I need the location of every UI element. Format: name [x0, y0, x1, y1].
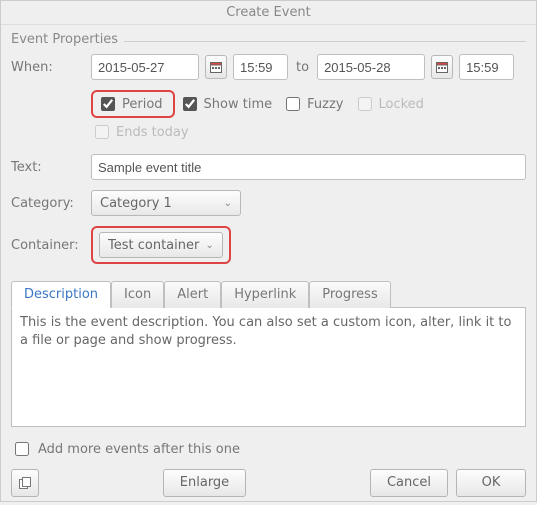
event-properties-fieldset: Event Properties When: to — [11, 41, 526, 459]
container-value: Test container — [108, 238, 199, 253]
container-row: Container: Test container ⌄ — [11, 226, 526, 264]
when-row: When: to — [11, 54, 526, 80]
category-row: Category: Category 1 ⌄ — [11, 190, 526, 216]
tab-hyperlink[interactable]: Hyperlink — [221, 281, 309, 308]
ends-today-label: Ends today — [116, 125, 189, 140]
end-date-picker-button[interactable] — [431, 55, 453, 79]
tab-icon[interactable]: Icon — [111, 281, 164, 308]
period-checkbox[interactable] — [101, 97, 115, 111]
copy-icon — [18, 476, 32, 490]
show-time-label: Show time — [204, 97, 273, 112]
tab-alert[interactable]: Alert — [164, 281, 221, 308]
add-more-option[interactable]: Add more events after this one — [11, 439, 526, 459]
start-time-input[interactable] — [233, 54, 288, 80]
tabs: Description Icon Alert Hyperlink Progres… — [11, 280, 526, 307]
duplicate-button[interactable] — [11, 469, 39, 497]
ends-today-checkbox — [95, 125, 109, 139]
end-time-input[interactable] — [459, 54, 514, 80]
container-highlight: Test container ⌄ — [91, 226, 231, 264]
description-textarea[interactable]: This is the event description. You can a… — [11, 307, 526, 427]
category-label: Category: — [11, 196, 85, 211]
category-combo[interactable]: Category 1 ⌄ — [91, 190, 241, 216]
text-label: Text: — [11, 160, 85, 175]
fieldset-legend: Event Properties — [11, 32, 124, 47]
cancel-button[interactable]: Cancel — [370, 469, 448, 497]
ok-button[interactable]: OK — [456, 469, 526, 497]
calendar-icon — [210, 61, 222, 73]
ends-today-option: Ends today — [91, 122, 189, 142]
period-option[interactable]: Period — [97, 94, 163, 114]
calendar-icon — [436, 61, 448, 73]
to-label: to — [296, 60, 309, 75]
period-label: Period — [122, 97, 163, 112]
fuzzy-label: Fuzzy — [307, 97, 343, 112]
tab-progress[interactable]: Progress — [309, 281, 390, 308]
fuzzy-checkbox[interactable] — [286, 97, 300, 111]
period-highlight: Period — [91, 90, 175, 118]
enlarge-button[interactable]: Enlarge — [163, 469, 246, 497]
chevron-down-icon: ⌄ — [205, 240, 213, 251]
options-row: Period Show time Fuzzy Locked End — [91, 90, 526, 142]
end-date-input[interactable] — [317, 54, 425, 80]
add-more-checkbox[interactable] — [15, 442, 29, 456]
locked-checkbox — [358, 97, 372, 111]
button-bar: Enlarge Cancel OK — [11, 459, 526, 497]
tabs-wrapper: Description Icon Alert Hyperlink Progres… — [11, 274, 526, 427]
dialog-content: Event Properties When: to — [1, 25, 536, 505]
tab-description[interactable]: Description — [11, 281, 111, 308]
text-row: Text: — [11, 154, 526, 180]
title-input[interactable] — [91, 154, 526, 180]
fuzzy-option[interactable]: Fuzzy — [282, 94, 343, 114]
show-time-option[interactable]: Show time — [179, 94, 273, 114]
category-value: Category 1 — [100, 196, 172, 211]
dialog-title: Create Event — [1, 1, 536, 25]
container-label: Container: — [11, 238, 85, 253]
locked-label: Locked — [379, 97, 424, 112]
chevron-down-icon: ⌄ — [224, 198, 232, 209]
locked-option: Locked — [354, 94, 424, 114]
create-event-dialog: Create Event Event Properties When: to — [0, 0, 537, 502]
when-label: When: — [11, 60, 85, 75]
show-time-checkbox[interactable] — [183, 97, 197, 111]
start-date-input[interactable] — [91, 54, 199, 80]
container-combo[interactable]: Test container ⌄ — [99, 232, 223, 258]
start-date-picker-button[interactable] — [205, 55, 227, 79]
add-more-label: Add more events after this one — [38, 442, 240, 457]
